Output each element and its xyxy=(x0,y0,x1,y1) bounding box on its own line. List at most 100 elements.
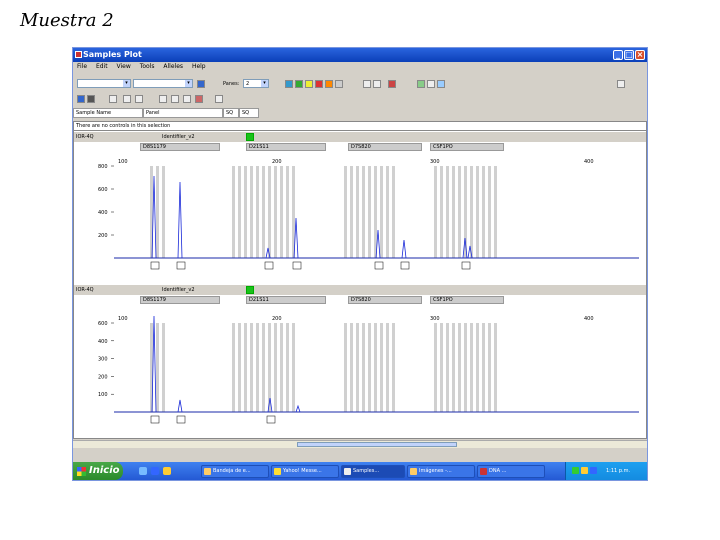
task-mail[interactable]: Bandeja de e... xyxy=(201,465,269,478)
pane2-info-row: IOR-4Q Identifiler_v2 xyxy=(74,285,646,295)
pan-icon[interactable] xyxy=(109,95,117,103)
trace-orange-icon[interactable] xyxy=(325,80,333,88)
pane2-bin-19 xyxy=(374,323,377,412)
print-icon[interactable] xyxy=(427,80,435,88)
header-sq-2[interactable]: SQ xyxy=(239,108,259,118)
pane-2-icon[interactable] xyxy=(171,95,179,103)
pane1-bin-12 xyxy=(286,166,289,258)
fit-y-icon[interactable] xyxy=(135,95,143,103)
ie-icon[interactable] xyxy=(151,467,159,475)
pane1-y-tick-2: 400 xyxy=(98,210,108,216)
help-icon[interactable] xyxy=(617,80,625,88)
pane1-bin-8 xyxy=(262,166,265,258)
menu-view[interactable]: View xyxy=(117,63,131,70)
fit-x-icon[interactable] xyxy=(123,95,131,103)
window-titlebar[interactable]: Samples Plot _ □ × xyxy=(73,48,647,62)
save-icon[interactable] xyxy=(197,80,205,88)
sizing-table-icon[interactable] xyxy=(373,80,381,88)
pane2-marker-1[interactable]: D21S11 xyxy=(246,296,326,304)
close-button[interactable]: × xyxy=(635,50,645,60)
report-icon[interactable] xyxy=(417,80,425,88)
pane1-bin-11 xyxy=(280,166,283,258)
menu-tools[interactable]: Tools xyxy=(140,63,155,70)
full-view-icon[interactable] xyxy=(87,95,95,103)
header-sample-name[interactable]: Sample Name xyxy=(73,108,143,118)
zoom-icon[interactable] xyxy=(77,95,85,103)
pane1-bin-10 xyxy=(274,166,277,258)
analysis-method-select[interactable]: ▾ xyxy=(133,79,193,88)
menu-file[interactable]: File xyxy=(77,63,87,70)
pane1-marker-1[interactable]: D21S11 xyxy=(246,143,326,151)
volume-icon[interactable] xyxy=(590,467,597,474)
panes-select[interactable]: 2 ▾ xyxy=(243,79,269,88)
pane2-bin-9 xyxy=(268,323,271,412)
start-button[interactable]: Inicio xyxy=(73,462,123,480)
pane2-bin-30 xyxy=(476,323,479,412)
export-icon[interactable] xyxy=(437,80,445,88)
pane2-sample-name: IOR-4Q xyxy=(76,287,94,293)
pane1-marker-3[interactable]: CSF1PO xyxy=(430,143,504,151)
pane2-bin-7 xyxy=(256,323,259,412)
pane2-trace[interactable]: 100 200 300 400 600 400 300 200 100 xyxy=(74,305,646,435)
label-peaks-icon[interactable] xyxy=(215,95,223,103)
pane1-marker-2[interactable]: D7S820 xyxy=(348,143,422,151)
pane1-marker-row: D8S1179 D21S11 D7S820 CSF1PO xyxy=(74,143,646,152)
task-samples-plot[interactable]: Samples... xyxy=(341,465,405,478)
task-messenger[interactable]: Yahoo! Messe... xyxy=(271,465,339,478)
pane-4-icon[interactable] xyxy=(183,95,191,103)
pane1-bin-26 xyxy=(452,166,455,258)
task-images[interactable]: Imágenes -... xyxy=(407,465,475,478)
pane1-bin-19 xyxy=(374,166,377,258)
pane1-sample-name: IOR-4Q xyxy=(76,134,94,140)
pane2-y-tick-2: 300 xyxy=(98,357,108,363)
trace-yellow-icon[interactable] xyxy=(305,80,313,88)
pane-1-icon[interactable] xyxy=(159,95,167,103)
pane2-marker-3[interactable]: CSF1PO xyxy=(430,296,504,304)
app-window: Samples Plot _ □ × File Edit View Tools … xyxy=(72,47,648,481)
trace-green-icon[interactable] xyxy=(295,80,303,88)
pane1-peak-1 xyxy=(177,181,183,259)
trace-blue-icon[interactable] xyxy=(285,80,293,88)
pane2-marker-0[interactable]: D8S1179 xyxy=(140,296,220,304)
undo-icon[interactable] xyxy=(195,95,203,103)
menu-edit[interactable]: Edit xyxy=(96,63,108,70)
pane1-bin-22 xyxy=(392,166,395,258)
pane2-bin-4 xyxy=(238,323,241,412)
pane1-bin-32 xyxy=(488,166,491,258)
menu-help[interactable]: Help xyxy=(192,63,206,70)
media-icon[interactable] xyxy=(163,467,171,475)
pane1-bin-25 xyxy=(446,166,449,258)
pane1-allele-box-6 xyxy=(461,261,471,270)
pane1-marker-0[interactable]: D8S1179 xyxy=(140,143,220,151)
windows-flag-icon xyxy=(77,467,86,476)
bins-icon[interactable] xyxy=(388,80,396,88)
pane1-y-tick-3: 200 xyxy=(98,233,108,239)
pane1-trace[interactable]: 100 200 300 400 800 600 400 200 xyxy=(74,152,646,280)
pane1-x-tick-1: 200 xyxy=(272,159,282,165)
menu-alleles[interactable]: Alleles xyxy=(163,63,183,70)
pane1-x-tick-0: 100 xyxy=(118,159,128,165)
pane1-bin-18 xyxy=(368,166,371,258)
pane2-marker-2[interactable]: D7S820 xyxy=(348,296,422,304)
pane2-bin-1 xyxy=(156,323,159,412)
show-desktop-icon[interactable] xyxy=(139,467,147,475)
scrollbar-thumb[interactable] xyxy=(297,442,457,447)
trace-all-icon[interactable] xyxy=(335,80,343,88)
pane2-bin-3 xyxy=(232,323,235,412)
horizontal-scrollbar[interactable] xyxy=(73,440,647,448)
maximize-button[interactable]: □ xyxy=(624,50,634,60)
pane1-bin-31 xyxy=(482,166,485,258)
table-icon[interactable] xyxy=(363,80,371,88)
trace-red-icon[interactable] xyxy=(315,80,323,88)
header-panel[interactable]: Panel xyxy=(143,108,223,118)
electropherogram-area: There are no controls in this selection … xyxy=(73,121,647,439)
pane1-x-tick-3: 400 xyxy=(584,159,594,165)
network-icon[interactable] xyxy=(572,467,579,474)
task-dna[interactable]: DNA ... xyxy=(477,465,545,478)
minimize-button[interactable]: _ xyxy=(613,50,623,60)
header-sq-1[interactable]: SQ xyxy=(223,108,239,118)
pane2-status-indicator xyxy=(246,286,254,294)
system-tray: 1:11 p.m. xyxy=(565,462,647,480)
messenger-tray-icon[interactable] xyxy=(581,467,588,474)
plot-settings-select[interactable]: ▾ xyxy=(77,79,131,88)
